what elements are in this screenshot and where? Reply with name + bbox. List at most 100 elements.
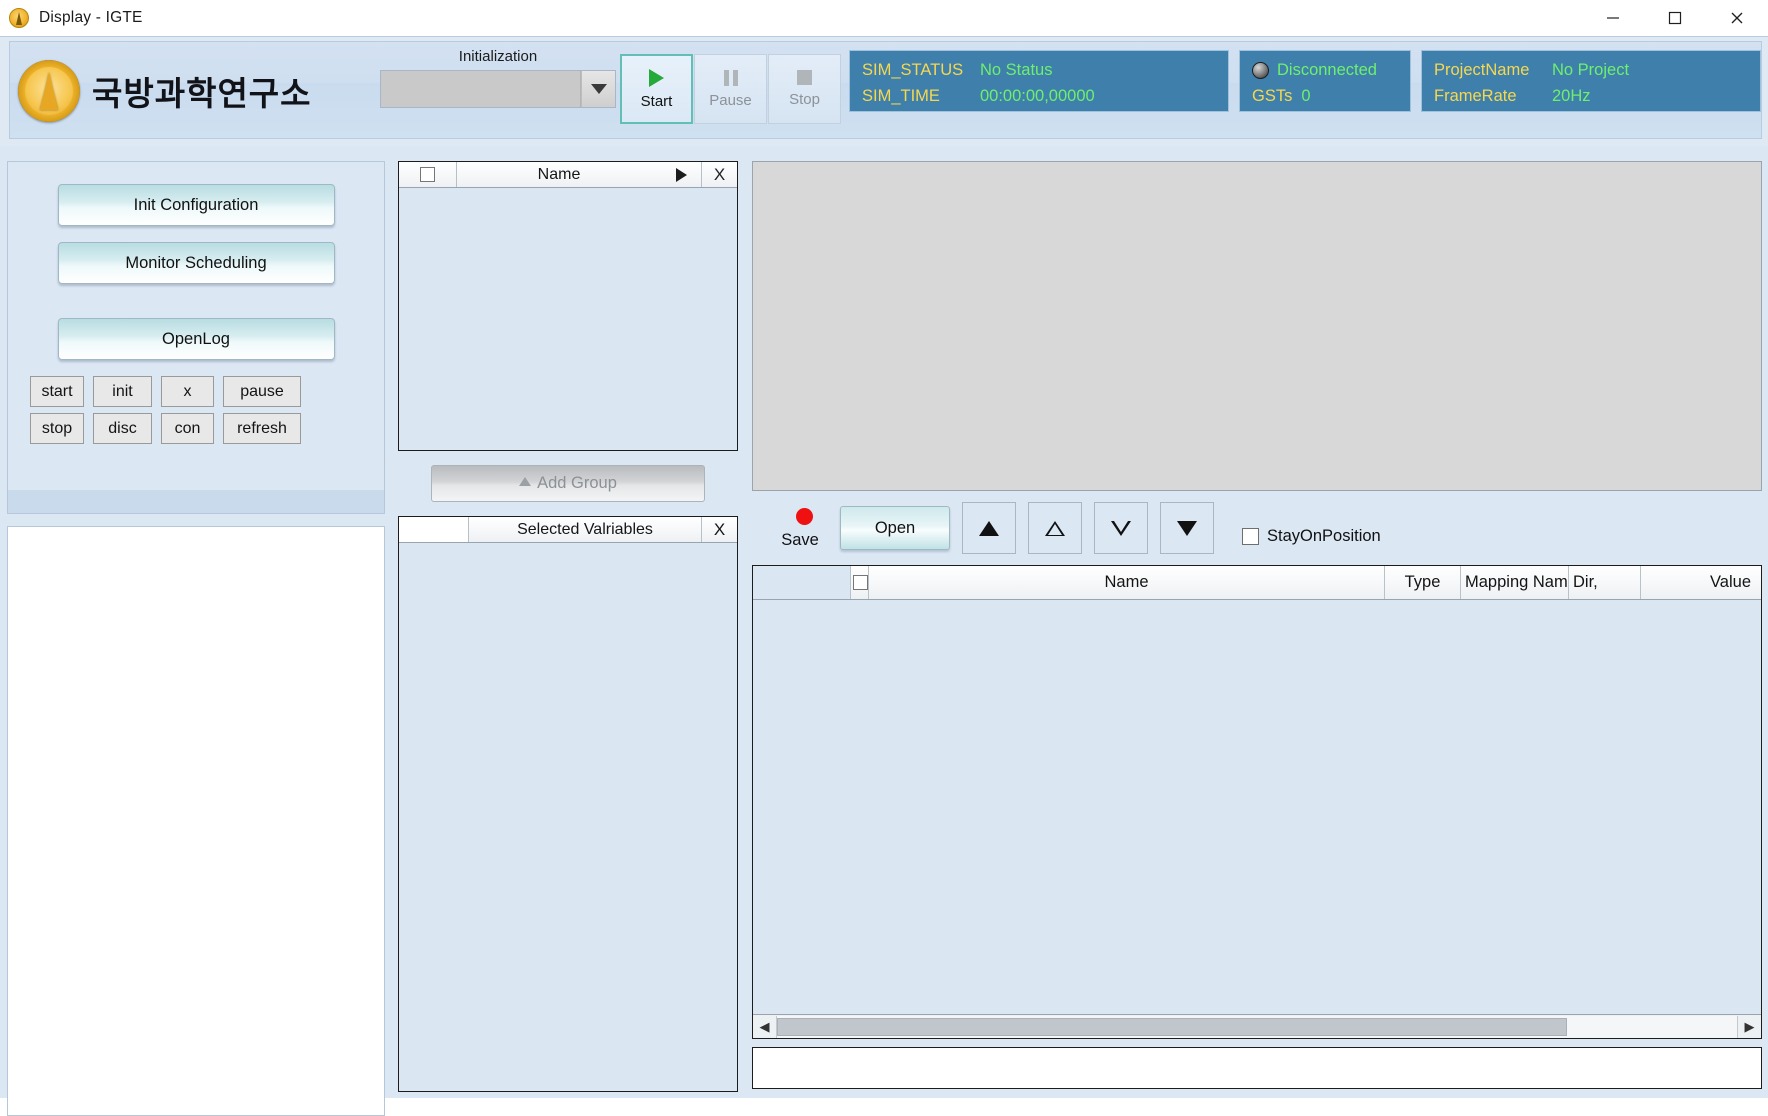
organization-logo-block: 국방과학연구소 bbox=[10, 42, 380, 140]
init-mini-button[interactable]: init bbox=[93, 376, 152, 407]
window-title-bar: Display - IGTE bbox=[0, 0, 1768, 36]
table-header-dir[interactable]: Dir, bbox=[1569, 566, 1641, 599]
monitor-scheduling-button[interactable]: Monitor Scheduling bbox=[58, 242, 335, 284]
maximize-icon[interactable] bbox=[1644, 0, 1706, 36]
save-button[interactable]: Save bbox=[774, 506, 826, 550]
control-panel-footer bbox=[7, 490, 385, 514]
left-blank-panel bbox=[7, 526, 385, 1116]
table-header-type[interactable]: Type bbox=[1385, 566, 1461, 599]
initialization-label: Initialization bbox=[380, 48, 616, 65]
stop-mini-button[interactable]: stop bbox=[30, 413, 84, 444]
stop-button-label: Stop bbox=[789, 91, 820, 108]
variable-table-header: Name Type Mapping Nam Dir, Value bbox=[753, 566, 1761, 600]
sim-status-value: No Status bbox=[980, 57, 1052, 83]
variable-table: Name Type Mapping Nam Dir, Value ◀ ▶ bbox=[752, 565, 1762, 1039]
pause-mini-button[interactable]: pause bbox=[223, 376, 301, 407]
hscroll-thumb[interactable] bbox=[777, 1018, 1567, 1036]
name-column-header[interactable]: Name bbox=[457, 162, 661, 187]
checkbox-icon[interactable] bbox=[853, 575, 868, 590]
open-log-button[interactable]: OpenLog bbox=[58, 318, 335, 360]
disc-mini-button[interactable]: disc bbox=[93, 413, 152, 444]
chevron-left-icon[interactable]: ◀ bbox=[753, 1016, 777, 1038]
main-body: Init Configuration Monitor Scheduling Op… bbox=[0, 146, 1768, 1098]
add-group-label: Add Group bbox=[537, 474, 617, 492]
window-controls bbox=[1582, 0, 1768, 36]
triangle-up-icon bbox=[519, 477, 531, 486]
minimize-icon[interactable] bbox=[1582, 0, 1644, 36]
close-icon[interactable] bbox=[1706, 0, 1768, 36]
pause-button[interactable]: Pause bbox=[694, 54, 767, 124]
name-select-all-cell[interactable] bbox=[399, 162, 457, 187]
con-mini-button[interactable]: con bbox=[161, 413, 214, 444]
checkbox-icon[interactable] bbox=[420, 167, 435, 182]
add-group-button[interactable]: Add Group bbox=[431, 465, 705, 502]
gsts-value: 0 bbox=[1301, 83, 1310, 109]
move-bottom-button[interactable] bbox=[1160, 502, 1214, 554]
arrow-up-filled-icon bbox=[979, 521, 999, 536]
selected-variables-panel: Selected Valriables X bbox=[398, 516, 738, 1092]
status-panels: SIM_STATUS No Status SIM_TIME 00:00:00,0… bbox=[849, 42, 1761, 112]
sim-status-panel: SIM_STATUS No Status SIM_TIME 00:00:00,0… bbox=[849, 50, 1229, 112]
move-top-button[interactable] bbox=[962, 502, 1016, 554]
project-name-value: No Project bbox=[1552, 57, 1629, 83]
table-header-checkbox-cell[interactable] bbox=[851, 566, 869, 599]
window-title: Display - IGTE bbox=[39, 9, 143, 27]
sim-time-label: SIM_TIME bbox=[862, 83, 980, 109]
right-column: Save Open StayOnPosition Name Type Mappi… bbox=[752, 161, 1762, 1098]
name-grid-body[interactable] bbox=[399, 188, 737, 450]
table-header-mapping-name[interactable]: Mapping Nam bbox=[1461, 566, 1569, 599]
sim-time-value: 00:00:00,00000 bbox=[980, 83, 1095, 109]
plot-display-area[interactable] bbox=[752, 161, 1762, 491]
stay-on-position-control[interactable]: StayOnPosition bbox=[1242, 527, 1381, 546]
save-button-label: Save bbox=[781, 531, 819, 550]
stop-icon bbox=[797, 70, 812, 85]
initialization-combo-value[interactable] bbox=[381, 71, 581, 107]
move-up-button[interactable] bbox=[1028, 502, 1082, 554]
selected-variables-close-button[interactable]: X bbox=[701, 517, 737, 542]
arrow-up-outline-icon bbox=[1045, 521, 1065, 536]
selected-variables-header: Selected Valriables X bbox=[399, 517, 737, 543]
initialization-combo[interactable] bbox=[380, 70, 616, 108]
chevron-down-icon[interactable] bbox=[581, 71, 615, 107]
middle-column: Name X Add Group Selected Valriables X bbox=[398, 161, 738, 1092]
sim-status-label: SIM_STATUS bbox=[862, 57, 980, 83]
left-column: Init Configuration Monitor Scheduling Op… bbox=[7, 161, 385, 1116]
init-configuration-button[interactable]: Init Configuration bbox=[58, 184, 335, 226]
refresh-mini-button[interactable]: refresh bbox=[223, 413, 301, 444]
start-mini-button[interactable]: start bbox=[30, 376, 84, 407]
frame-rate-value: 20Hz bbox=[1552, 83, 1591, 109]
arrow-down-filled-icon bbox=[1177, 521, 1197, 536]
debug-button-grid: start init x pause stop disc con refresh bbox=[30, 376, 362, 444]
selected-variables-title: Selected Valriables bbox=[469, 517, 701, 542]
start-button[interactable]: Start bbox=[620, 54, 693, 124]
project-info-panel: ProjectName No Project FrameRate 20Hz bbox=[1421, 50, 1761, 112]
table-header-name[interactable]: Name bbox=[869, 566, 1385, 599]
variable-table-body[interactable] bbox=[753, 600, 1761, 1014]
variable-table-hscrollbar[interactable]: ◀ ▶ bbox=[753, 1014, 1761, 1038]
hscroll-track[interactable] bbox=[777, 1016, 1737, 1038]
connection-status-panel: Disconnected GSTs 0 bbox=[1239, 50, 1411, 112]
stop-button[interactable]: Stop bbox=[768, 54, 841, 124]
selected-variables-blank-cell bbox=[399, 517, 469, 542]
selected-variables-body[interactable] bbox=[399, 543, 737, 1091]
move-down-button[interactable] bbox=[1094, 502, 1148, 554]
name-grid-header: Name X bbox=[399, 162, 737, 188]
bottom-status-strip bbox=[752, 1047, 1762, 1089]
debug-button-row-1: start init x pause bbox=[30, 376, 362, 407]
table-header-index bbox=[753, 566, 851, 599]
project-name-label: ProjectName bbox=[1434, 57, 1552, 83]
debug-button-row-2: stop disc con refresh bbox=[30, 413, 362, 444]
chevron-right-icon[interactable]: ▶ bbox=[1737, 1016, 1761, 1038]
play-right-icon[interactable] bbox=[661, 162, 701, 187]
stay-on-position-label: StayOnPosition bbox=[1267, 527, 1381, 546]
table-header-value[interactable]: Value bbox=[1641, 566, 1761, 599]
status-led-icon bbox=[1252, 62, 1269, 79]
gsts-label: GSTs bbox=[1252, 83, 1292, 109]
stay-on-position-checkbox[interactable] bbox=[1242, 528, 1259, 545]
name-panel-close-button[interactable]: X bbox=[701, 162, 737, 187]
open-button[interactable]: Open bbox=[840, 506, 950, 550]
pause-icon bbox=[723, 70, 739, 86]
transport-controls: Start Pause Stop bbox=[620, 42, 842, 124]
x-mini-button[interactable]: x bbox=[161, 376, 214, 407]
organization-name: 국방과학연구소 bbox=[92, 67, 312, 115]
